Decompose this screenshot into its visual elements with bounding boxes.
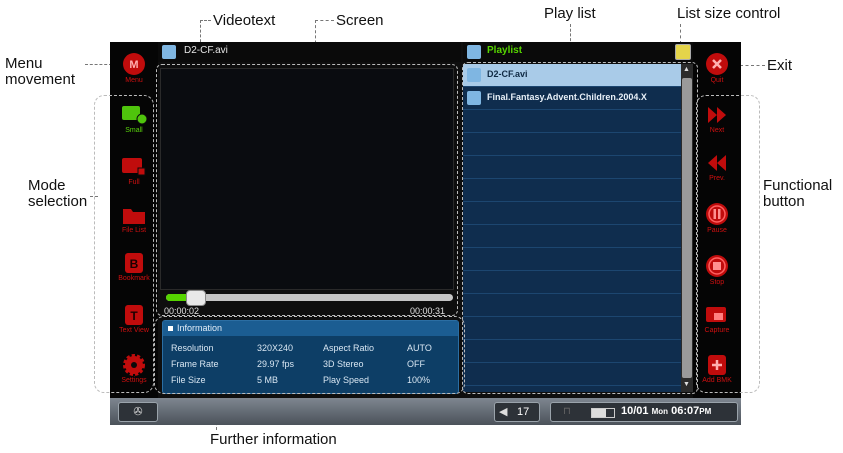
time: 06:07	[671, 405, 700, 417]
close-circle-icon	[706, 53, 728, 75]
menu-label: Menu	[125, 77, 143, 84]
m-circle-icon: M	[123, 53, 145, 75]
callout-menu-movement: Menu movement	[5, 55, 76, 88]
volume-indicator[interactable]: ◀ 17	[494, 402, 540, 422]
status-bar: ✇ ◀ 17 ⊓ 10/01 Mon 06:07PM	[110, 398, 741, 425]
leader-line	[85, 64, 112, 65]
callout-functional-button: Functional button	[763, 177, 833, 210]
callout-list-size-control: List size control	[677, 5, 781, 22]
callout-videotext: Videotext	[213, 12, 276, 29]
functional-button-group	[696, 95, 760, 393]
video-file-icon	[162, 45, 176, 59]
weekday: Mon	[651, 407, 669, 416]
svg-text:M: M	[129, 59, 138, 71]
battery-icon	[591, 408, 615, 418]
callout-further-information: Further information	[210, 431, 337, 448]
am-pm: PM	[699, 407, 712, 416]
leader-line	[680, 24, 681, 44]
playlist-header: Playlist	[463, 42, 693, 62]
playlist-title: Playlist	[487, 45, 523, 56]
video-title-bar: D2-CF.avi	[158, 42, 461, 62]
video-filename: D2-CF.avi	[184, 45, 228, 56]
volume-level: 17	[517, 406, 530, 418]
date: 10/01	[621, 405, 649, 417]
playlist-group	[462, 62, 698, 394]
film-reel-icon: ✇	[133, 406, 143, 418]
mode-selection-group	[94, 95, 154, 393]
main-menu-button[interactable]: ✇	[118, 402, 158, 422]
quit-button[interactable]: Quit	[697, 52, 737, 92]
leader-line	[315, 20, 334, 21]
callout-exit: Exit	[767, 57, 793, 74]
callout-play-list: Play list	[544, 5, 596, 22]
date-time: 10/01 Mon 06:07PM	[621, 405, 711, 417]
callout-mode-selection: Mode selection	[28, 177, 88, 210]
quit-label: Quit	[710, 77, 724, 84]
menu-button[interactable]: M Menu	[114, 52, 154, 92]
lock-icon: ⊓	[563, 406, 571, 417]
list-size-button[interactable]	[675, 44, 691, 60]
leader-line	[740, 65, 765, 66]
clock-panel: ⊓ 10/01 Mon 06:07PM	[550, 402, 738, 422]
further-info-group	[154, 316, 465, 394]
callout-screen: Screen	[336, 12, 384, 29]
screen-group	[156, 64, 458, 316]
playlist-icon	[467, 45, 481, 59]
speaker-icon: ◀	[499, 406, 508, 418]
leader-line	[200, 20, 211, 21]
